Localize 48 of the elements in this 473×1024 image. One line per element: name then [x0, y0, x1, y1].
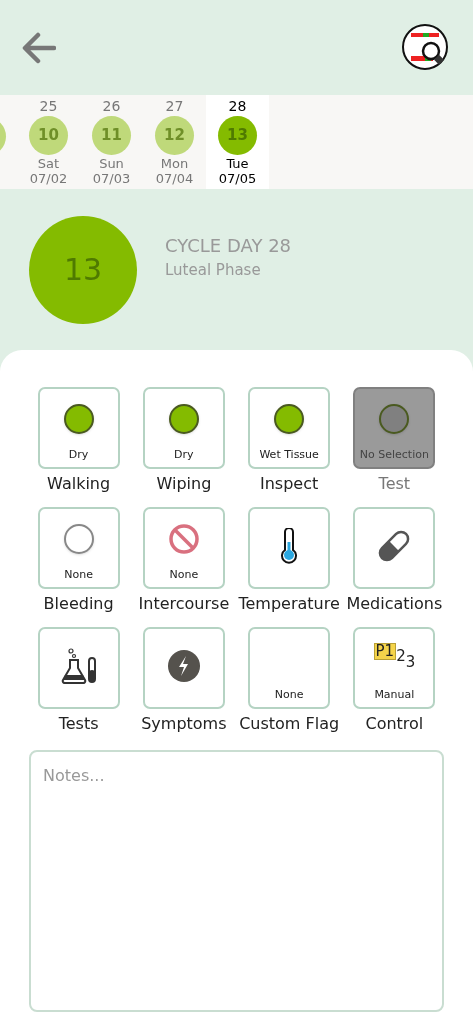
category-tile[interactable]: None: [142, 507, 225, 589]
category-tile[interactable]: Wet Tissue: [248, 387, 331, 469]
category-tile[interactable]: Dry: [37, 387, 120, 469]
category-tile[interactable]: [248, 507, 331, 589]
day-column[interactable]: 28 13 Tue 07/05: [206, 95, 269, 189]
day-column[interactable]: 26 11 Sun 07/03: [80, 95, 143, 189]
category-tile[interactable]: [37, 627, 120, 709]
tile-label: Walking: [47, 473, 111, 495]
tile-label: Intercourse: [138, 593, 230, 615]
tile-label: Symptoms: [141, 713, 227, 735]
tile-label: Control: [365, 713, 424, 735]
tile-value: None: [274, 688, 304, 702]
day-column[interactable]: 25 10 Sat 07/02: [17, 95, 80, 189]
cycle-day-title: CYCLE DAY 28: [165, 234, 292, 259]
phase-label: Luteal Phase: [165, 260, 262, 282]
tile-label: Temperature: [238, 593, 340, 615]
category-tile[interactable]: Dry: [142, 387, 225, 469]
tile-value: None: [64, 568, 93, 582]
lightning-icon: [167, 649, 200, 682]
control-glyph: P1: [373, 642, 397, 660]
back-arrow-icon[interactable]: [22, 31, 56, 64]
lab-flask-icon: [59, 647, 98, 684]
tile-label: Bleeding: [43, 593, 114, 615]
thermometer-icon: [279, 527, 300, 564]
control-glyph: 3: [405, 654, 416, 670]
control-glyph: 2: [396, 648, 406, 664]
category-tile[interactable]: P1 23 Manual: [353, 627, 436, 709]
tile-value: Dry: [174, 448, 194, 462]
tile-value: No Selection: [359, 448, 429, 462]
tile-label: Wiping: [156, 473, 212, 495]
category-tile[interactable]: No Selection: [353, 387, 436, 469]
notes-field[interactable]: Notes...: [29, 750, 444, 1012]
tile-value: None: [169, 568, 199, 582]
category-tile[interactable]: None: [37, 507, 120, 589]
tile-label: Tests: [58, 713, 99, 735]
day-column[interactable]: 27 12 Mon 07/04: [143, 95, 206, 189]
tile-value: Dry: [68, 448, 89, 462]
tile-label: Custom Flag: [239, 713, 340, 735]
chart-magnifier-icon[interactable]: [401, 22, 451, 73]
prohibited-icon: [167, 522, 200, 555]
category-tile[interactable]: [142, 627, 225, 709]
tile-label: Inspect: [260, 473, 319, 495]
tile-label: Test: [378, 473, 411, 495]
category-tile[interactable]: None: [248, 627, 331, 709]
tile-value: Manual: [374, 688, 415, 702]
tile-value: Wet Tissue: [259, 448, 319, 462]
tile-label: Medications: [346, 593, 443, 615]
category-tile[interactable]: [353, 507, 436, 589]
